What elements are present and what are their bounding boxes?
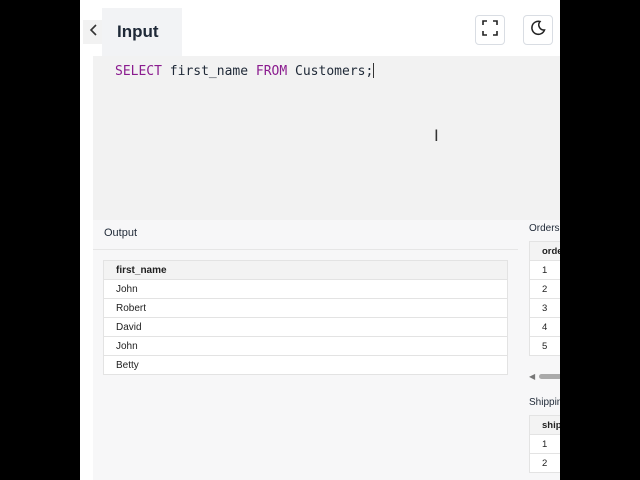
theme-toggle-button[interactable] [523,15,553,45]
table-cell: Robert [103,298,508,318]
table-cell: 2 [529,279,560,299]
fullscreen-icon [482,19,498,41]
table-name: Customers; [287,64,374,79]
orders-table-title: Orders [529,223,560,234]
chevron-left-icon [89,23,99,41]
table-header-row: order_id [529,241,560,261]
orders-table: order_id 1 2 3 4 5 [529,241,560,356]
table-row: John [103,279,508,299]
sql-editor[interactable]: SELECT first_name FROM Customers; I [93,56,560,220]
table-cell: John [103,279,508,299]
table-cell: 1 [529,260,560,280]
output-header: Output [93,220,518,250]
keyword-select: SELECT [115,64,162,79]
keyword-from: FROM [255,64,288,79]
table-cell: 4 [529,317,560,337]
header: Input [80,0,560,56]
table-row: Betty [103,355,508,375]
schema-panel: Orders order_id 1 2 3 4 5 ◀ Shippings sh… [518,220,560,480]
table-cell: 3 [529,298,560,318]
table-row: 5 [529,336,560,356]
table-row: 2 [528,453,560,473]
table-row: Robert [103,298,508,318]
scroll-left-icon[interactable]: ◀ [529,372,535,381]
result-table: first_name John Robert David John Betty [103,260,508,375]
table-cell: 1 [528,434,560,454]
table-cell: 2 [528,453,560,473]
table-cell: John [103,336,508,356]
column-header: first_name [103,260,508,280]
table-row: 3 [529,298,560,318]
table-row: 2 [529,279,560,299]
table-cell: Betty [103,355,508,375]
column-header: shipping_id [528,415,560,435]
column-name: first_name [161,64,256,79]
table-header-row: shipping_id [528,415,560,435]
output-panel: Output first_name John Robert David John… [93,220,518,480]
table-cell: 5 [529,336,560,356]
column-header: order_id [529,241,560,261]
table-header-row: first_name [103,260,508,280]
code-line[interactable]: SELECT first_name FROM Customers; [115,63,375,79]
table-row: 1 [529,260,560,280]
table-row: John [103,336,508,356]
shippings-table: shipping_id 1 2 [528,415,560,473]
table-row: 1 [528,434,560,454]
shippings-table-title: Shippings [529,397,560,408]
table-cell: David [103,317,508,337]
table-row: David [103,317,508,337]
moon-icon [530,20,546,41]
ibeam-cursor-icon: I [434,126,439,145]
table-row: 4 [529,317,560,337]
horizontal-scrollbar[interactable]: ◀ [529,372,560,381]
tab-input-label: Input [117,22,159,41]
scrollbar-thumb[interactable] [539,374,560,379]
tab-input[interactable]: Input [102,8,182,56]
fullscreen-button[interactable] [475,15,505,45]
text-caret [373,63,375,78]
output-title: Output [104,227,138,239]
sql-editor-frame: Input SELECT first_name FROM Customers; … [80,0,560,480]
